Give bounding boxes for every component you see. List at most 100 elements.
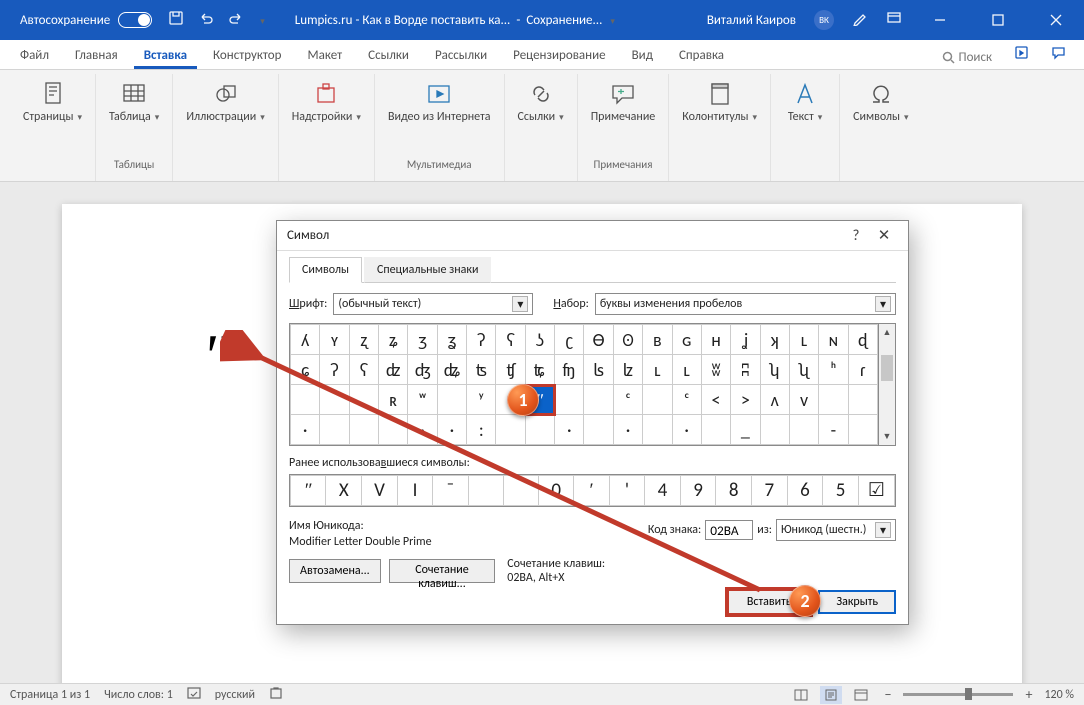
symbol-cell[interactable]: ʪ bbox=[584, 355, 613, 385]
symbol-cell[interactable]: - bbox=[819, 415, 848, 445]
symbol-cell[interactable]: ʦ bbox=[467, 355, 496, 385]
symbol-cell[interactable] bbox=[789, 415, 818, 445]
share-icon[interactable] bbox=[1006, 41, 1037, 69]
tab-review[interactable]: Рецензирование bbox=[503, 42, 615, 69]
save-icon[interactable] bbox=[168, 10, 184, 30]
autosave-toggle[interactable] bbox=[118, 12, 152, 28]
recent-symbol-cell[interactable]: 0 bbox=[538, 476, 574, 506]
symbol-cell[interactable] bbox=[584, 415, 613, 445]
language-status[interactable]: русский bbox=[215, 688, 255, 702]
symbols-button[interactable]: Символы bbox=[846, 74, 916, 127]
qat-more-icon[interactable] bbox=[258, 13, 265, 28]
symbol-cell[interactable]: · bbox=[291, 415, 320, 445]
symbol-cell[interactable]: ʩ bbox=[555, 355, 584, 385]
symbol-cell[interactable] bbox=[437, 385, 466, 415]
recent-symbol-cell[interactable]: ' bbox=[609, 476, 644, 506]
recent-symbol-cell[interactable]: X bbox=[326, 476, 362, 506]
symbol-cell[interactable] bbox=[496, 415, 525, 445]
zoom-slider[interactable] bbox=[903, 693, 1013, 696]
video-button[interactable]: Видео из Интернета bbox=[381, 74, 498, 127]
symbol-cell[interactable]: · bbox=[613, 415, 642, 445]
symbol-cell[interactable] bbox=[349, 385, 378, 415]
redo-icon[interactable] bbox=[228, 10, 244, 30]
symbol-cell[interactable] bbox=[760, 415, 789, 445]
tab-insert[interactable]: Вставка bbox=[134, 42, 197, 69]
symbol-cell[interactable]: ʯ bbox=[789, 355, 818, 385]
symbol-cell[interactable]: ʨ bbox=[525, 355, 554, 385]
avatar[interactable]: ВК bbox=[814, 10, 834, 30]
zoom-level[interactable]: 120 % bbox=[1044, 688, 1074, 702]
symbol-cell[interactable] bbox=[525, 415, 554, 445]
illustrations-button[interactable]: Иллюстрации bbox=[179, 74, 271, 127]
symbol-cell[interactable]: ɕ bbox=[291, 355, 320, 385]
spell-icon[interactable] bbox=[187, 686, 201, 704]
symbol-cell[interactable]: ʎ bbox=[291, 325, 320, 355]
recent-symbol-cell[interactable]: I bbox=[397, 476, 432, 506]
maximize-button[interactable] bbox=[978, 0, 1018, 40]
recent-symbol-cell[interactable]: 7 bbox=[751, 476, 787, 506]
symbol-cell[interactable] bbox=[848, 385, 877, 415]
scroll-thumb[interactable] bbox=[881, 355, 893, 381]
view-print-icon[interactable] bbox=[820, 686, 842, 704]
symbol-cell[interactable] bbox=[291, 385, 320, 415]
symbol-cell[interactable] bbox=[819, 385, 848, 415]
macro-icon[interactable] bbox=[269, 686, 283, 704]
symbol-cell[interactable]: ʖ bbox=[525, 325, 554, 355]
symbol-cell[interactable]: ʞ bbox=[760, 325, 789, 355]
recent-symbol-cell[interactable]: ☑ bbox=[858, 476, 894, 506]
recent-symbol-cell[interactable]: ¯ bbox=[433, 476, 469, 506]
table-button[interactable]: Таблица bbox=[102, 74, 166, 127]
symbol-cell[interactable]: ʣ bbox=[379, 355, 408, 385]
symbol-cell[interactable]: ʒ bbox=[408, 325, 437, 355]
tab-design[interactable]: Конструктор bbox=[203, 42, 291, 69]
tab-mailings[interactable]: Рассылки bbox=[425, 42, 497, 69]
symbol-cell[interactable]: ʘ bbox=[613, 325, 642, 355]
headerfooter-button[interactable]: Колонтитулы bbox=[675, 74, 764, 127]
minimize-button[interactable] bbox=[920, 0, 960, 40]
symbol-cell[interactable]: ʔ bbox=[467, 325, 496, 355]
symbol-cell[interactable]: ʟ bbox=[643, 355, 672, 385]
symbol-cell[interactable] bbox=[643, 385, 672, 415]
symbol-cell[interactable]: ʭ bbox=[731, 355, 760, 385]
dialog-close-button[interactable]: ✕ bbox=[870, 222, 898, 250]
zoom-out[interactable]: − bbox=[880, 686, 895, 703]
recent-symbol-cell[interactable]: 5 bbox=[823, 476, 859, 506]
recent-symbol-cell[interactable]: ′ bbox=[574, 476, 609, 506]
symbol-cell[interactable]: ᶜ bbox=[672, 385, 701, 415]
close-button-dialog[interactable]: Закрыть bbox=[818, 590, 896, 614]
symbol-cell[interactable] bbox=[320, 385, 349, 415]
view-web-icon[interactable] bbox=[850, 686, 872, 704]
set-select[interactable]: буквы изменения пробелов ▾ bbox=[595, 293, 896, 315]
symbol-cell[interactable]: ɴ bbox=[819, 325, 848, 355]
symbol-cell[interactable] bbox=[584, 385, 613, 415]
dialog-help-button[interactable]: ? bbox=[842, 222, 870, 250]
code-input[interactable] bbox=[705, 520, 753, 540]
recent-symbol-cell[interactable]: 8 bbox=[716, 476, 752, 506]
symbol-cell[interactable]: ʗ bbox=[555, 325, 584, 355]
recent-symbol-cell[interactable]: 9 bbox=[680, 476, 716, 506]
autocorrect-button[interactable]: Автозамена... bbox=[289, 559, 381, 583]
search-box[interactable]: Поиск bbox=[934, 46, 1001, 69]
symbol-cell[interactable] bbox=[320, 415, 349, 445]
tab-references[interactable]: Ссылки bbox=[358, 42, 419, 69]
recent-symbol-cell[interactable]: 6 bbox=[787, 476, 823, 506]
symbol-cell[interactable]: ʮ bbox=[760, 355, 789, 385]
pages-button[interactable]: Страницы bbox=[16, 74, 89, 127]
tab-layout[interactable]: Макет bbox=[297, 42, 352, 69]
symbol-cell[interactable]: · bbox=[437, 415, 466, 445]
symbol-cell[interactable]: ʧ bbox=[496, 355, 525, 385]
tab-file[interactable]: Файл bbox=[10, 42, 59, 69]
symbol-cell[interactable]: · bbox=[555, 415, 584, 445]
symbol-cell[interactable] bbox=[848, 415, 877, 445]
symbol-cell[interactable]: ʬ bbox=[701, 355, 730, 385]
symbol-cell[interactable]: ʟ bbox=[672, 355, 701, 385]
tab-symbols-list[interactable]: Символы bbox=[289, 257, 362, 283]
scroll-down-icon[interactable]: ▼ bbox=[879, 428, 895, 445]
shortcut-button[interactable]: Сочетание клавиш... bbox=[389, 559, 496, 583]
symbol-cell[interactable]: ʷ bbox=[408, 385, 437, 415]
tab-help[interactable]: Справка bbox=[669, 42, 734, 69]
symbol-cell[interactable]: ʀ bbox=[379, 385, 408, 415]
tab-view[interactable]: Вид bbox=[622, 42, 663, 69]
symbol-cell[interactable] bbox=[643, 415, 672, 445]
tab-home[interactable]: Главная bbox=[65, 42, 128, 69]
